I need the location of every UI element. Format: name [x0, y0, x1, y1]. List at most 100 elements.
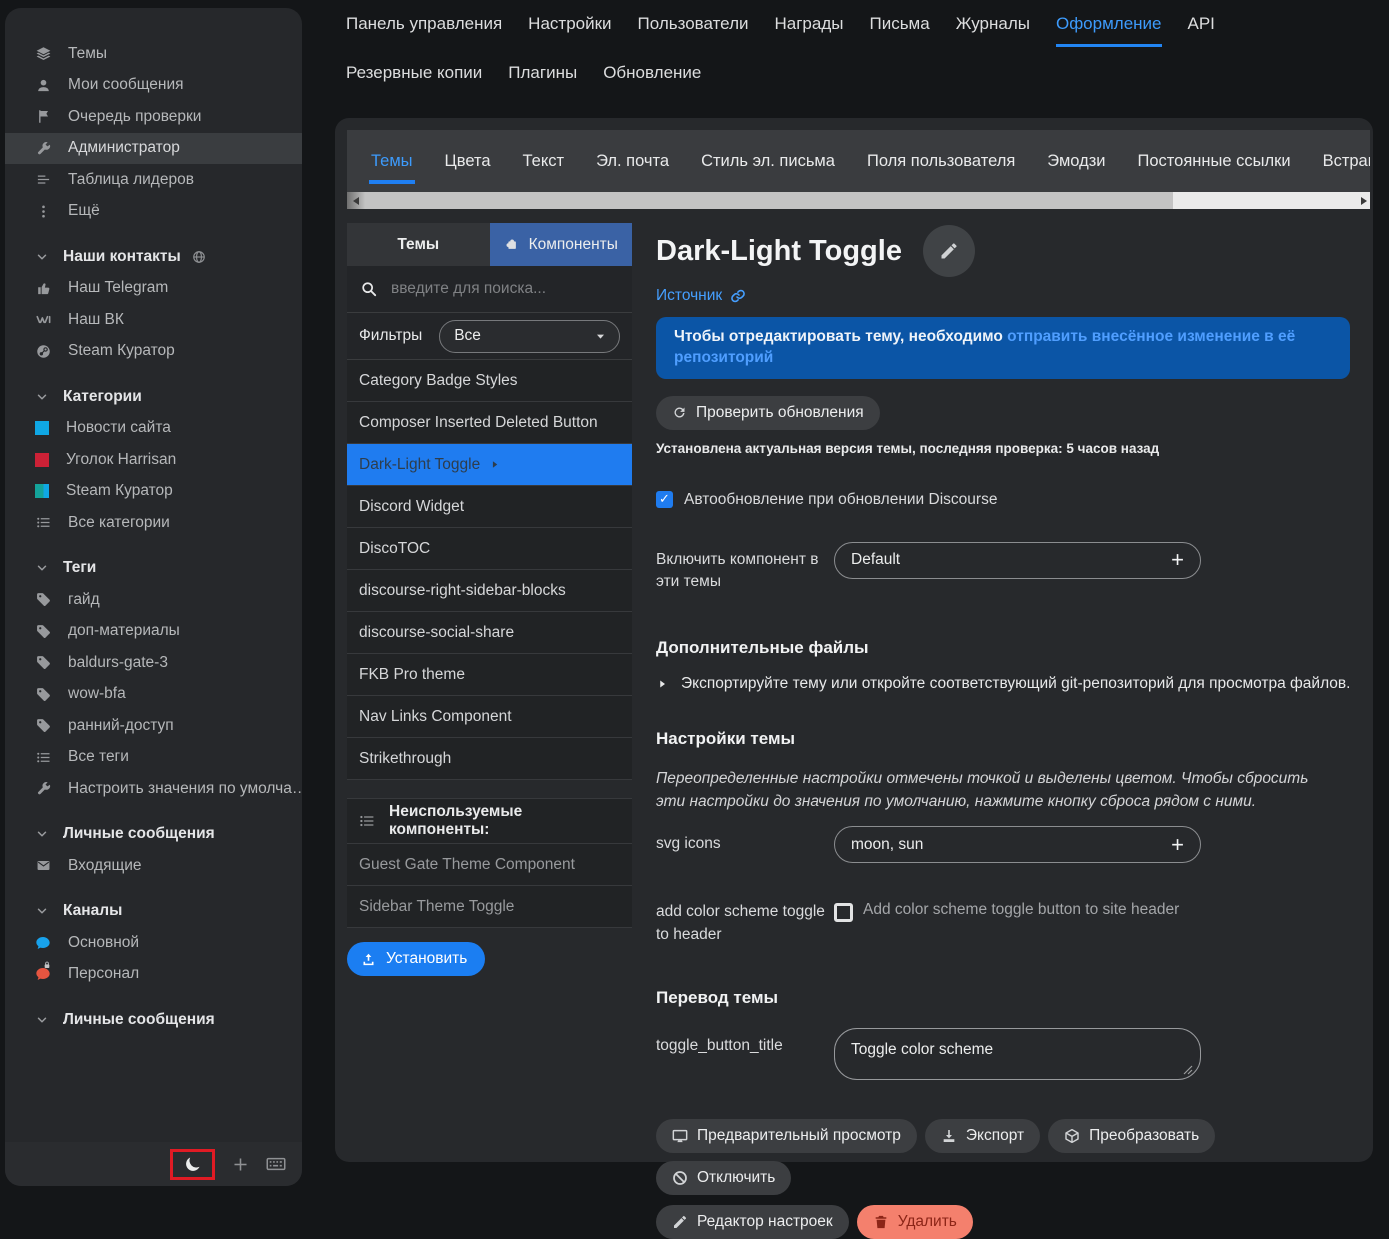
component-list-item[interactable]: Category Badge Styles	[347, 360, 632, 402]
customize-tab[interactable]: Текст	[523, 152, 565, 171]
component-list-item[interactable]: Strikethrough	[347, 738, 632, 780]
toggle-setting-checkbox[interactable]	[834, 903, 853, 922]
sidebar-item[interactable]: Персонал	[5, 959, 302, 991]
customize-tab[interactable]: Стиль эл. письма	[701, 152, 835, 171]
svg-icons-select[interactable]: moon, sun +	[834, 826, 1201, 863]
include-themes-select[interactable]: Default +	[834, 542, 1201, 579]
sidebar-item[interactable]: Все теги	[5, 742, 302, 774]
component-list-item[interactable]: Nav Links Component	[347, 696, 632, 738]
admin-tab[interactable]: Оформление	[1056, 14, 1162, 47]
sidebar-item[interactable]: ранний-доступ	[5, 710, 302, 742]
component-list-item[interactable]: discourse-social-share	[347, 612, 632, 654]
check-updates-button[interactable]: Проверить обновления	[656, 396, 880, 430]
unused-component-item[interactable]: Guest Gate Theme Component	[347, 844, 632, 886]
sidebar-item-label: Мои сообщения	[68, 76, 184, 94]
sidebar-item[interactable]: Steam Куратор	[5, 476, 302, 508]
sidebar-add-section-icon[interactable]	[232, 1156, 249, 1173]
auto-update-checkbox[interactable]: ✓	[656, 491, 673, 508]
sidebar-item[interactable]: Ещё	[5, 196, 302, 228]
filter-select[interactable]: Все	[439, 320, 620, 353]
sidebar-section-header[interactable]: Категории	[5, 381, 302, 413]
button-label: Преобразовать	[1089, 1127, 1199, 1145]
edit-title-button[interactable]	[923, 225, 975, 277]
sidebar-item[interactable]: доп-материалы	[5, 616, 302, 648]
keyboard-shortcuts-icon[interactable]	[266, 1154, 286, 1174]
sidebar-item[interactable]: Мои сообщения	[5, 70, 302, 102]
sidebar-item-label: Steam Куратор	[66, 482, 173, 500]
chevron-down-icon	[35, 905, 48, 917]
component-list-item[interactable]: Discord Widget	[347, 486, 632, 528]
source-link[interactable]: Источник	[656, 287, 746, 305]
admin-tab[interactable]: Обновление	[603, 63, 701, 93]
category-color-chip	[35, 421, 49, 435]
action-button[interactable]: Отключить	[656, 1161, 791, 1195]
action-button[interactable]: Преобразовать	[1048, 1119, 1215, 1153]
sidebar-item[interactable]: Темы	[5, 38, 302, 70]
sidebar-item[interactable]: Настроить значения по умолча…	[5, 773, 302, 805]
action-button[interactable]: Предварительный просмотр	[656, 1119, 917, 1153]
scrollbar-right-arrow[interactable]	[1361, 192, 1367, 209]
sidebar-item[interactable]: Новости сайта	[5, 413, 302, 445]
unused-component-item[interactable]: Sidebar Theme Toggle	[347, 886, 632, 928]
sidebar-section-header[interactable]: Теги	[5, 553, 302, 585]
scrollbar-left-arrow[interactable]	[347, 192, 365, 209]
customize-tab[interactable]: Поля пользователя	[867, 152, 1015, 171]
extra-files-collapsible[interactable]: Экспортируйте тему или откройте соответс…	[656, 675, 1356, 693]
admin-tab[interactable]: Письма	[869, 14, 929, 44]
admin-tab[interactable]: Резервные копии	[346, 63, 482, 93]
category-color-chip	[35, 453, 49, 467]
sidebar-item[interactable]: Наш Telegram	[5, 273, 302, 305]
list-icon	[35, 750, 51, 765]
sidebar-section-header[interactable]: Личные сообщения	[5, 1004, 302, 1036]
sidebar-item[interactable]: Основной	[5, 927, 302, 959]
translation-input[interactable]: Toggle color scheme	[834, 1028, 1201, 1080]
sidebar-item[interactable]: Наш ВК	[5, 304, 302, 336]
sidebar-item[interactable]: Администратор	[5, 133, 302, 165]
delete-button[interactable]: Удалить	[857, 1205, 973, 1239]
theme-actions-row-1: Предварительный просмотрЭкспорт Преобразо…	[656, 1119, 1356, 1195]
sidebar-item[interactable]: Таблица лидеров	[5, 164, 302, 196]
dark-light-toggle-moon-icon[interactable]	[183, 1155, 202, 1174]
component-list-item[interactable]: DiscoTOC	[347, 528, 632, 570]
admin-tab[interactable]: Журналы	[956, 14, 1030, 44]
install-button[interactable]: Установить	[347, 942, 485, 976]
sidebar-item[interactable]: wow-bfa	[5, 679, 302, 711]
customize-tab[interactable]: Эмодзи	[1047, 152, 1105, 171]
sidebar-section-header[interactable]: Наши контакты	[5, 241, 302, 273]
sidebar-item[interactable]: Все категории	[5, 507, 302, 539]
components-panel-tab[interactable]: Компоненты	[490, 223, 633, 266]
customize-tab[interactable]: Постоянные ссылки	[1138, 152, 1291, 171]
component-list-item[interactable]: Dark-Light Toggle	[347, 444, 632, 486]
sidebar-item[interactable]: Входящие	[5, 850, 302, 882]
customize-tab[interactable]: Темы	[371, 152, 413, 171]
sidebar-item[interactable]: Уголок Harrisan	[5, 444, 302, 476]
customize-tab[interactable]: Встраивание	[1323, 152, 1370, 171]
tabstrip-scrollbar[interactable]	[347, 192, 1370, 209]
sidebar-section-header[interactable]: Каналы	[5, 896, 302, 928]
tag-icon	[35, 687, 51, 702]
sidebar-section-title: Теги	[63, 559, 96, 577]
sidebar-section-header[interactable]: Личные сообщения	[5, 819, 302, 851]
admin-tab[interactable]: API	[1188, 14, 1215, 44]
admin-tab[interactable]: Награды	[775, 14, 844, 44]
component-list-item[interactable]: Composer Inserted Deleted Button	[347, 402, 632, 444]
sidebar-item[interactable]: гайд	[5, 584, 302, 616]
customize-tab[interactable]: Эл. почта	[596, 152, 669, 171]
resize-handle-icon[interactable]	[1183, 1065, 1193, 1075]
components-search-input[interactable]	[389, 279, 618, 299]
component-list-item[interactable]: discourse-right-sidebar-blocks	[347, 570, 632, 612]
components-panel-tab[interactable]: Темы	[347, 223, 490, 266]
admin-tab[interactable]: Плагины	[508, 63, 577, 93]
action-button[interactable]: Редактор настроек	[656, 1205, 849, 1239]
scrollbar-thumb[interactable]	[365, 192, 1173, 209]
admin-tab[interactable]: Пользователи	[638, 14, 749, 44]
component-list-item[interactable]: FKB Pro theme	[347, 654, 632, 696]
sidebar-item[interactable]: Очередь проверки	[5, 101, 302, 133]
customize-tab[interactable]: Цвета	[445, 152, 491, 171]
sidebar-item[interactable]: Steam Куратор	[5, 336, 302, 368]
admin-tab[interactable]: Панель управления	[346, 14, 502, 44]
admin-tab[interactable]: Настройки	[528, 14, 611, 44]
action-button[interactable]: Экспорт	[925, 1119, 1040, 1153]
user-icon	[35, 78, 51, 93]
sidebar-item[interactable]: baldurs-gate-3	[5, 647, 302, 679]
